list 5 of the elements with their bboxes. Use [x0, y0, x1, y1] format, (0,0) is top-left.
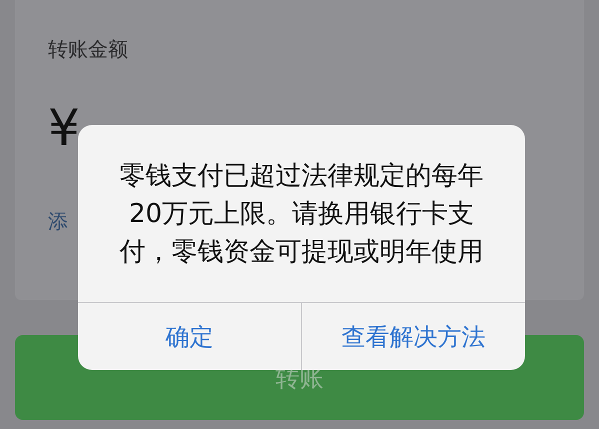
dialog-message: 零钱支付已超过法律规定的每年20万元上限。请换用银行卡支付，零钱资金可提现或明年使用: [118, 160, 484, 268]
currency-symbol: ¥: [48, 100, 80, 156]
amount-label: 转账金额: [48, 36, 129, 62]
dialog-button[interactable]: 查看解决方法: [301, 303, 525, 370]
note-link[interactable]: 添: [48, 208, 68, 234]
